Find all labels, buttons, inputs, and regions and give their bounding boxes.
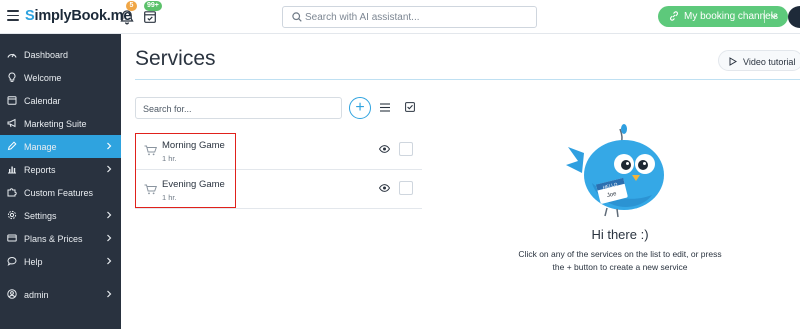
gear-icon (7, 210, 17, 220)
service-row[interactable]: Morning Game 1 hr. (135, 132, 422, 170)
chevron-down-icon[interactable] (770, 12, 778, 20)
sidebar-item-label: Settings (24, 210, 57, 221)
sidebar-item-settings[interactable]: Settings (0, 204, 121, 227)
sidebar-item-label: Welcome (24, 72, 62, 83)
chevron-right-icon (107, 257, 112, 265)
service-name: Morning Game (162, 140, 225, 151)
sidebar-item-label: Custom Features (24, 187, 94, 198)
sidebar-item-help[interactable]: Help (0, 250, 121, 273)
service-checkbox[interactable] (399, 181, 413, 195)
page-title: Services (135, 47, 216, 70)
sidebar-item-label: Dashboard (24, 49, 69, 60)
chat-bubble-icon (7, 256, 17, 266)
sidebar-item-label: Calendar (24, 95, 61, 106)
cart-icon (144, 145, 157, 156)
title-divider (135, 79, 800, 80)
sidebar-item-label: admin (24, 289, 49, 300)
empty-state-hint: Click on any of the services on the list… (505, 248, 735, 274)
eye-icon[interactable] (379, 145, 390, 153)
video-tutorial-button[interactable]: Video tutorial (718, 50, 800, 71)
chevron-right-icon (107, 290, 112, 298)
sidebar-item-dashboard[interactable]: Dashboard (0, 43, 121, 66)
sidebar-item-custom-features[interactable]: Custom Features (0, 181, 121, 204)
service-search-input[interactable] (143, 101, 338, 116)
sidebar-item-plans-prices[interactable]: Plans & Prices (0, 227, 121, 250)
megaphone-icon (7, 118, 16, 128)
eye-icon[interactable] (379, 184, 390, 192)
link-icon (670, 11, 678, 21)
play-icon (729, 57, 737, 66)
empty-state-title: Hi there :) (591, 227, 649, 242)
service-checkbox[interactable] (399, 142, 413, 156)
top-bar: SimplyBook.me 5 99+ My booking channels (0, 0, 800, 34)
bar-chart-icon (8, 166, 16, 174)
add-service-button[interactable]: + (349, 97, 371, 119)
service-duration: 1 hr. (162, 154, 177, 163)
chevron-right-icon (107, 142, 112, 150)
logo[interactable]: SimplyBook.me (25, 8, 131, 24)
service-name: Evening Game (162, 179, 225, 190)
video-tutorial-label: Video tutorial (743, 56, 796, 67)
chevron-right-icon (107, 211, 112, 219)
bell-icon[interactable] (120, 9, 134, 25)
sidebar-item-marketing-suite[interactable]: Marketing Suite (0, 112, 121, 135)
dashboard-icon (7, 53, 17, 58)
puzzle-icon (7, 188, 17, 197)
sidebar-item-admin[interactable]: admin (0, 283, 121, 306)
theme-toggle-button[interactable] (788, 6, 800, 28)
credit-card-icon (7, 234, 17, 242)
hamburger-menu-icon[interactable] (7, 10, 19, 21)
chevron-right-icon (107, 234, 112, 242)
logo-text: implyBook.me (34, 8, 132, 24)
service-duration: 1 hr. (162, 193, 177, 202)
select-all-checkbox-icon[interactable] (405, 102, 415, 112)
cart-icon (144, 184, 157, 195)
sidebar-item-welcome[interactable]: Welcome (0, 66, 121, 89)
service-search-box[interactable] (135, 97, 342, 119)
ai-search-box[interactable] (282, 6, 537, 28)
empty-state-hint-line-1: Click on any of the services on the list… (518, 249, 722, 259)
service-row[interactable]: Evening Game 1 hr. (135, 171, 422, 209)
button-divider (764, 10, 765, 23)
chevron-right-icon (107, 165, 112, 173)
bird-mascot-illustration: HELLO Joe (566, 124, 664, 218)
sidebar-item-reports[interactable]: Reports (0, 158, 121, 181)
sidebar-item-calendar[interactable]: Calendar (0, 89, 121, 112)
sidebar-item-label: Manage (24, 141, 57, 152)
pencil-icon (7, 141, 17, 151)
lightbulb-icon (8, 72, 16, 82)
tasks-calendar-icon[interactable] (144, 10, 156, 23)
calendar-icon (7, 96, 17, 105)
ai-search-input[interactable] (305, 9, 530, 25)
sidebar-item-label: Marketing Suite (24, 118, 87, 129)
sidebar-item-manage[interactable]: Manage (0, 135, 121, 158)
sidebar-item-label: Reports (24, 164, 56, 175)
sidebar-item-label: Help (24, 256, 43, 267)
sidebar: Dashboard Welcome Calendar Marketing Sui… (0, 34, 121, 329)
sidebar-item-label: Plans & Prices (24, 233, 83, 244)
user-icon (7, 289, 17, 299)
my-booking-channels-button[interactable]: My booking channels (658, 6, 788, 27)
search-icon (292, 12, 302, 22)
list-view-icon[interactable] (380, 103, 390, 112)
empty-state-hint-line-2: the + button to create a new service (552, 262, 688, 272)
tasks-badge: 99+ (144, 1, 162, 11)
notification-badge: 5 (126, 1, 137, 11)
